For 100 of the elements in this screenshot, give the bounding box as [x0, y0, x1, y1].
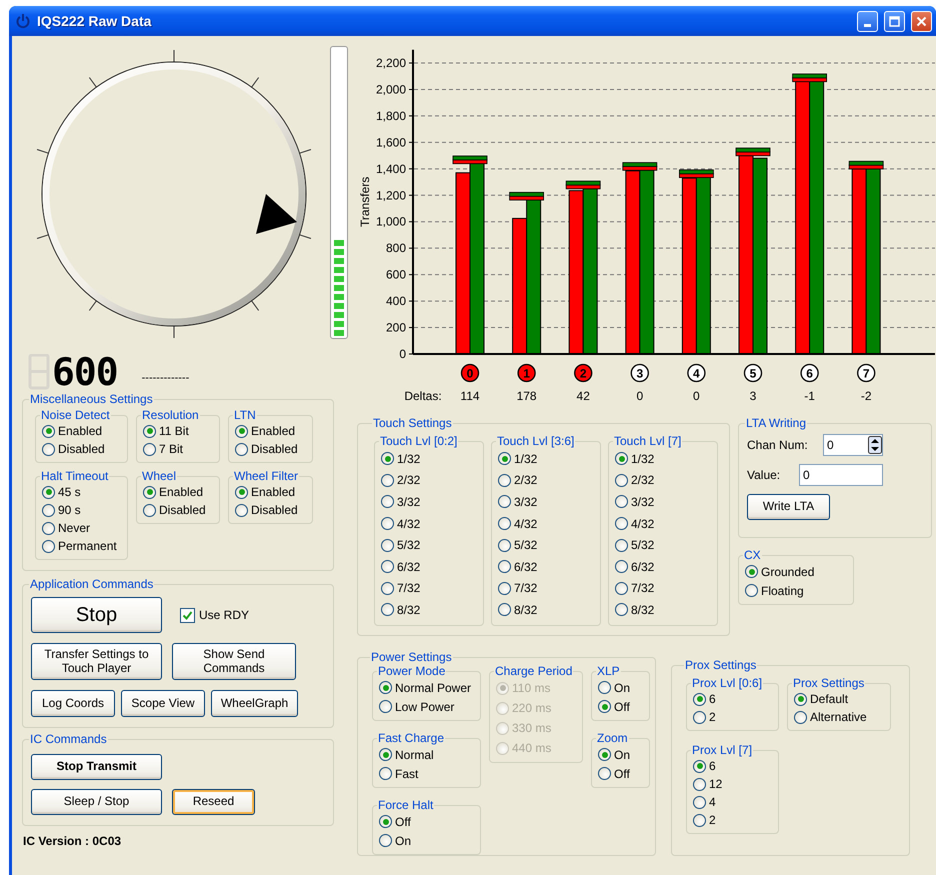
radio-button[interactable]: 8/32 — [381, 599, 477, 621]
radio-button[interactable]: 4/32 — [615, 512, 711, 534]
radio-button[interactable]: Enabled — [235, 483, 306, 501]
radio-button[interactable]: Floating — [745, 581, 847, 600]
panel-title: Touch Settings — [372, 416, 453, 430]
value-field[interactable]: 0 — [799, 464, 883, 486]
radio-button[interactable]: 8/32 — [498, 599, 594, 621]
radio-button[interactable]: Grounded — [745, 562, 847, 581]
radio-button[interactable]: 3/32 — [615, 491, 711, 513]
maximize-button[interactable] — [884, 10, 905, 32]
axis-tick-label: 1,600 — [376, 135, 406, 150]
command-button[interactable]: Stop Transmit — [31, 754, 162, 780]
radio-button[interactable]: 2/32 — [381, 470, 477, 492]
radio-button[interactable]: 6 — [693, 690, 772, 708]
command-button[interactable]: Reseed — [172, 789, 255, 815]
x-tick-label: 7 — [862, 366, 870, 380]
radio-button[interactable]: Never — [42, 519, 121, 537]
command-button[interactable]: Transfer Settings to Touch Player — [31, 643, 162, 680]
radio-button[interactable]: 90 s — [42, 501, 121, 519]
radio-button[interactable]: On — [598, 745, 643, 764]
radio-button[interactable]: 11 Bit — [143, 422, 213, 440]
delta-value: 0 — [636, 389, 644, 403]
group-title: Prox Settings — [792, 676, 866, 690]
radio-button[interactable]: Off — [598, 697, 643, 716]
window-title: IQS222 Raw Data — [37, 13, 152, 29]
group-title: Wheel — [141, 469, 178, 483]
group-title: Charge Period — [494, 664, 574, 678]
radio-button[interactable]: 6/32 — [615, 556, 711, 578]
radio-button[interactable]: 7/32 — [615, 578, 711, 600]
radio-button[interactable]: 6/32 — [498, 556, 594, 578]
radio-button[interactable]: Default — [794, 690, 884, 708]
radio-button[interactable]: 2/32 — [615, 470, 711, 492]
radio-button[interactable]: 4/32 — [381, 512, 477, 534]
radio-button[interactable]: Disabled — [235, 440, 306, 458]
radio-button[interactable]: 2 — [693, 708, 772, 726]
radio-button[interactable]: 12 — [693, 775, 772, 793]
radio-button[interactable]: 4 — [693, 793, 772, 811]
radio-button[interactable]: Disabled — [42, 440, 121, 458]
axis-tick-label: 400 — [386, 294, 406, 308]
radio-button[interactable]: Fast — [379, 764, 474, 783]
radio-button[interactable]: Normal — [379, 745, 474, 764]
group-title: Halt Timeout — [40, 469, 110, 483]
radio-button[interactable]: 1/32 — [498, 448, 594, 470]
radio-button[interactable]: Off — [598, 764, 643, 783]
command-button[interactable]: Show Send Commands — [172, 643, 296, 680]
command-button[interactable]: Log Coords — [31, 690, 115, 717]
radio-button[interactable]: 2 — [693, 811, 772, 829]
radio-button[interactable]: 3/32 — [498, 491, 594, 513]
channel-badge: 1 — [517, 364, 536, 382]
command-button[interactable]: WheelGraph — [211, 690, 298, 717]
radio-button[interactable]: Off — [379, 812, 474, 831]
radio-button[interactable]: 5/32 — [615, 534, 711, 556]
minimize-button[interactable] — [857, 10, 878, 32]
use-rdy-checkbox[interactable]: Use RDY — [180, 608, 250, 622]
delta-value: 42 — [576, 389, 590, 403]
radio-button[interactable]: Normal Power — [379, 678, 474, 697]
command-button[interactable]: Sleep / Stop — [31, 789, 162, 815]
delta-value: 0 — [693, 389, 700, 403]
axis-title: Transfers — [358, 176, 372, 227]
radio-button[interactable]: 8/32 — [615, 599, 711, 621]
command-button[interactable]: Scope View — [121, 690, 205, 717]
radio-button[interactable]: Low Power — [379, 697, 474, 716]
stop-button[interactable]: Stop — [31, 597, 162, 633]
radio-button[interactable]: 1/32 — [381, 448, 477, 470]
group-title: Resolution — [141, 408, 200, 422]
radio-button[interactable]: On — [379, 831, 474, 850]
radio-button[interactable]: 6 — [693, 757, 772, 775]
channel-spinner[interactable]: 0 — [823, 434, 883, 456]
write-lta-button[interactable]: Write LTA — [747, 494, 830, 520]
radio-button[interactable]: Disabled — [143, 501, 213, 519]
radio-button[interactable]: On — [598, 678, 643, 697]
close-icon — [916, 16, 927, 26]
radio-button[interactable]: 4/32 — [498, 512, 594, 534]
radio-button[interactable]: 7/32 — [381, 578, 477, 600]
channel-badge: 5 — [744, 364, 762, 382]
radio-button[interactable]: 1/32 — [615, 448, 711, 470]
x-tick-label: 1 — [523, 366, 530, 380]
radio-button[interactable]: 5/32 — [498, 534, 594, 556]
radio-button[interactable]: Alternative — [794, 708, 884, 726]
group-title: LTN — [233, 408, 257, 422]
radio-button[interactable]: 45 s — [42, 483, 121, 501]
radio-button[interactable]: Disabled — [235, 501, 306, 519]
channel-badge: 6 — [800, 364, 819, 382]
delta-value: -2 — [860, 389, 872, 403]
radio-button[interactable]: 7/32 — [498, 578, 594, 600]
axis-tick-label: 1,200 — [376, 188, 406, 202]
radio-button[interactable]: 5/32 — [381, 534, 477, 556]
radio-button[interactable]: Enabled — [235, 422, 306, 440]
radio-button[interactable]: 2/32 — [498, 470, 594, 492]
radio-button[interactable]: Permanent — [42, 537, 121, 555]
close-button[interactable] — [911, 10, 932, 32]
radio-button[interactable]: 6/32 — [381, 556, 477, 578]
ic-version: IC Version : 0C03 — [23, 834, 122, 848]
radio-button[interactable]: Enabled — [143, 483, 213, 501]
radio-button[interactable]: 3/32 — [381, 491, 477, 513]
radio-button[interactable]: 7 Bit — [143, 440, 213, 458]
readout-dashes: ------------- — [142, 372, 190, 384]
group-title: CX — [743, 548, 762, 562]
radio-button[interactable]: Enabled — [42, 422, 121, 440]
panel-title: Power Settings — [370, 650, 453, 664]
